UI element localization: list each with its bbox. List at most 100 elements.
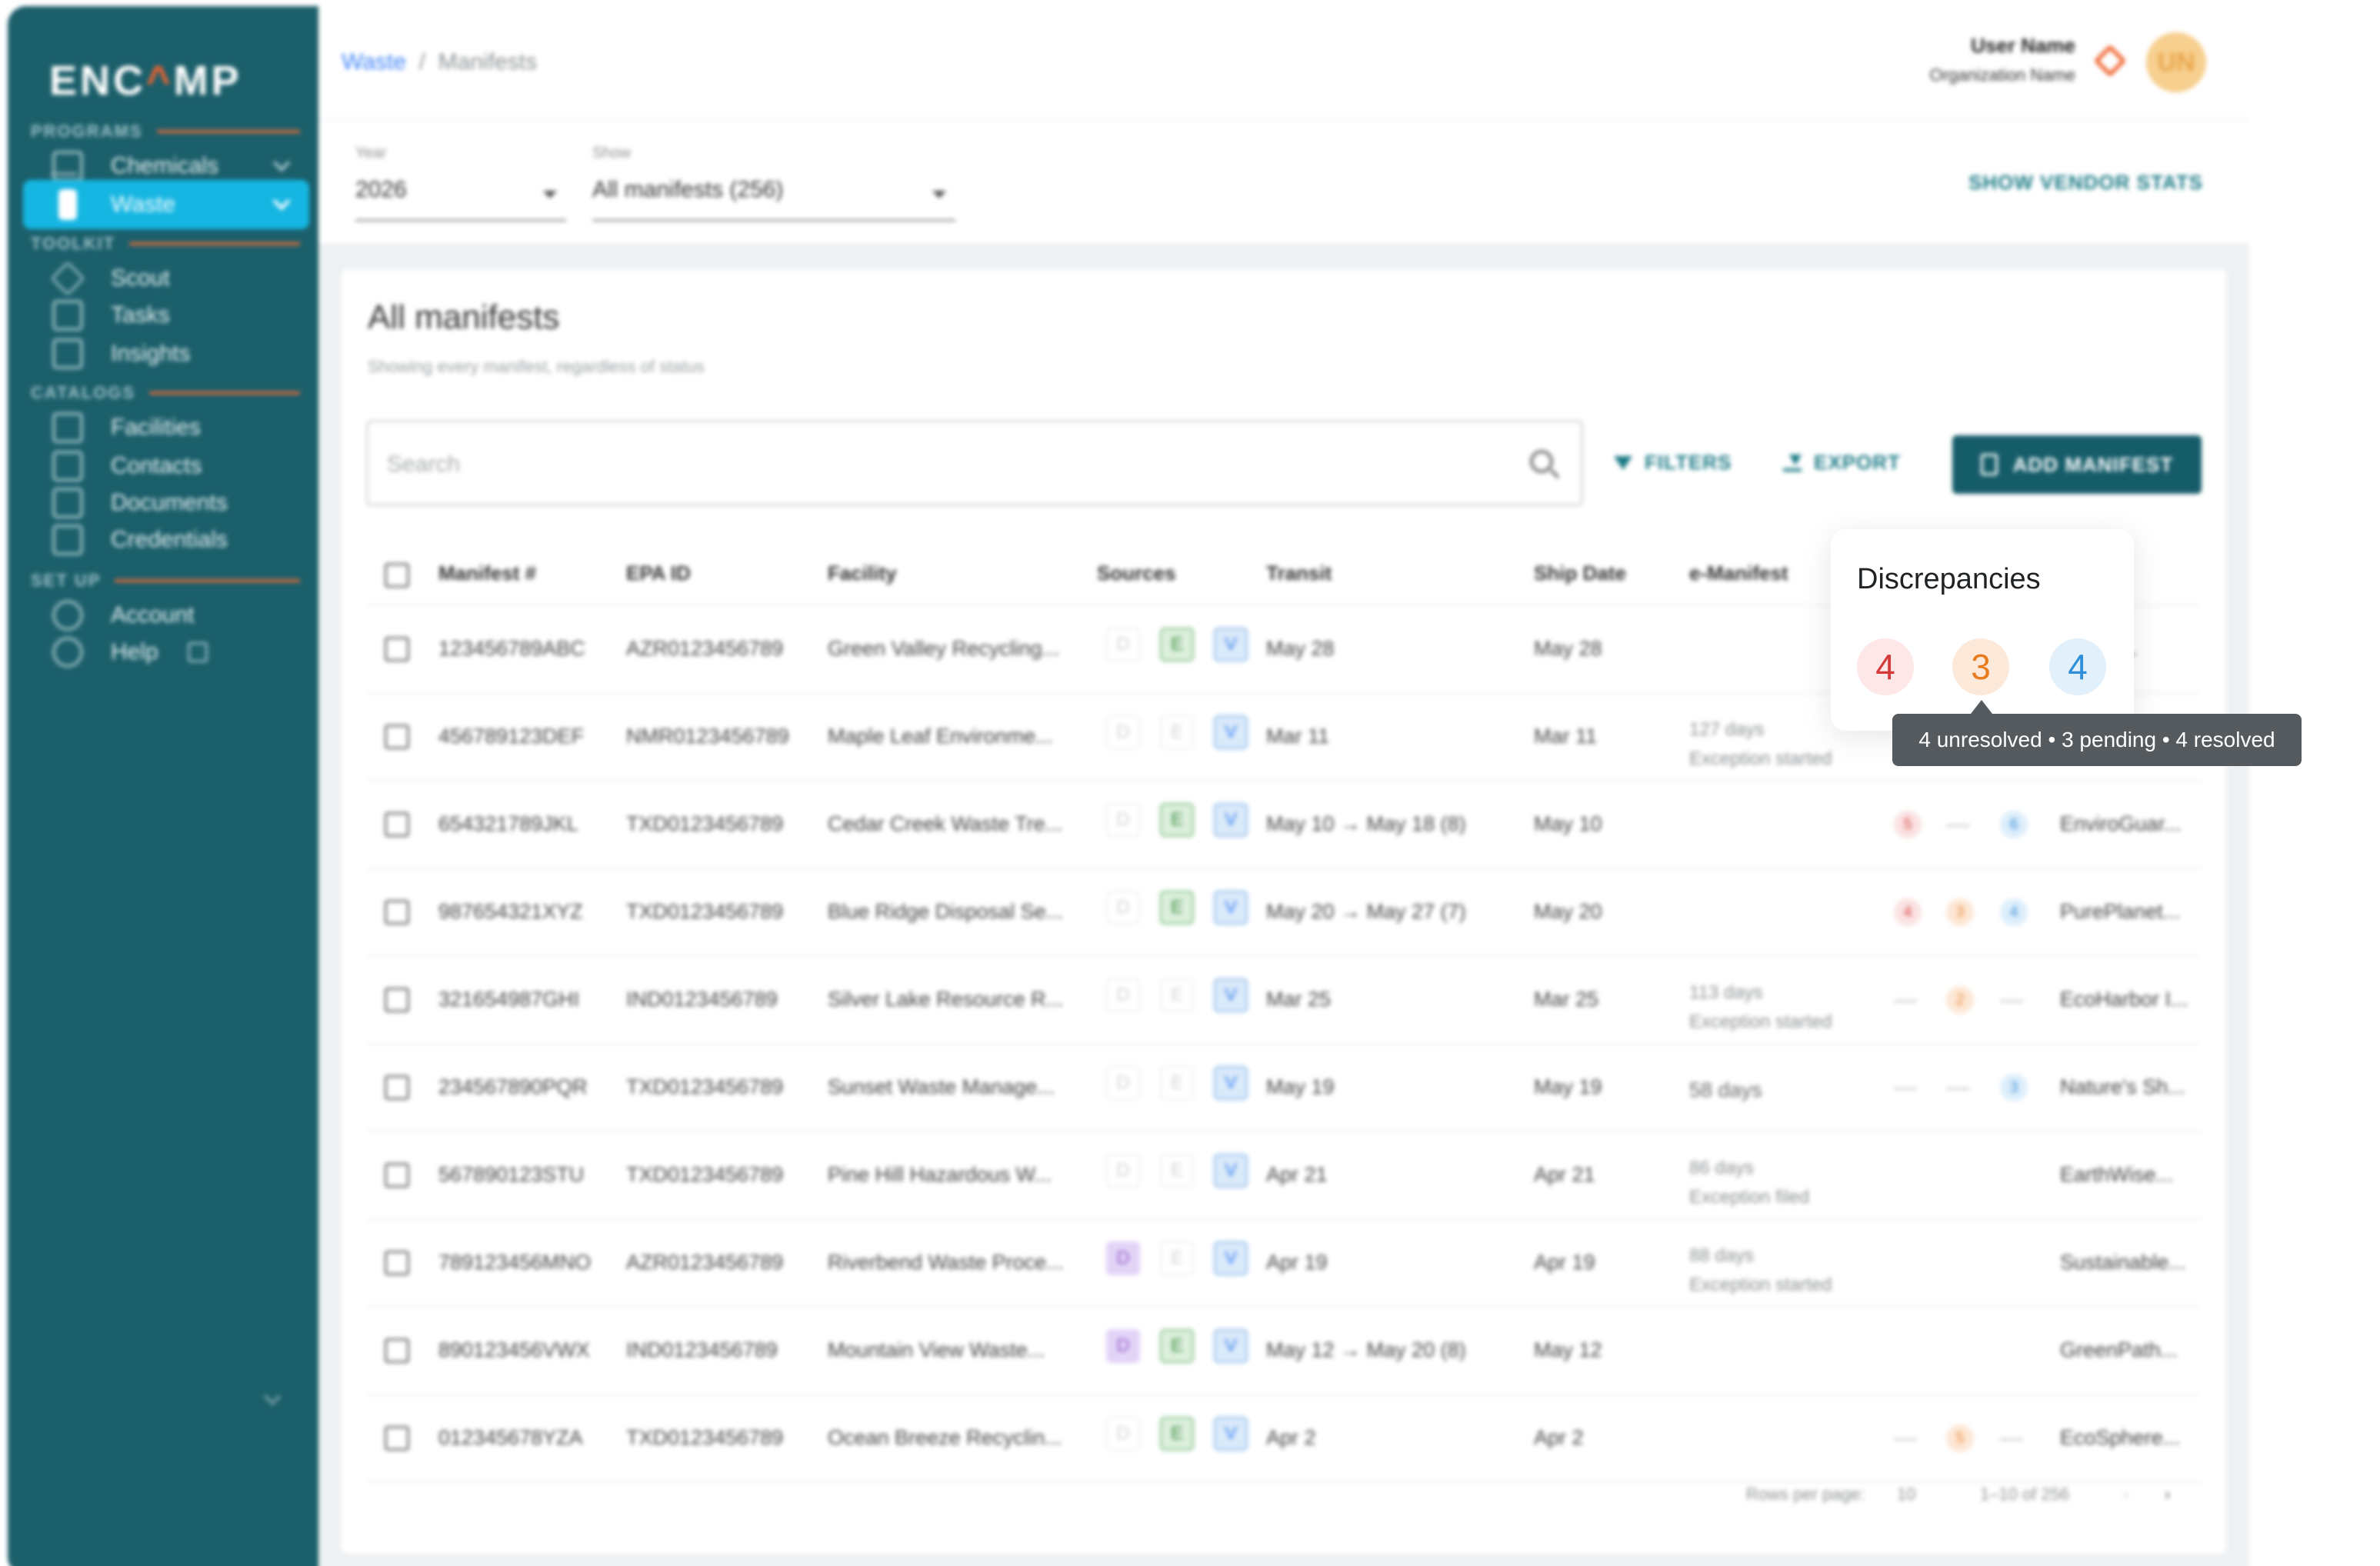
- sidebar-item-credentials[interactable]: Credentials: [23, 515, 309, 565]
- table-row[interactable]: 567890123STU TXD0123456789 Pine Hill Hazar…: [368, 1132, 2202, 1220]
- transit-dates: May 20 → May 27 (7): [1266, 900, 1466, 923]
- show-vendor-stats-button[interactable]: SHOW VENDOR STATS: [1968, 171, 2203, 195]
- user-info[interactable]: User Name Organization Name: [1929, 34, 2075, 85]
- discrepancy-chip[interactable]: 5: [1894, 811, 1922, 838]
- column-header[interactable]: EPA ID: [626, 561, 691, 585]
- waste-bin-icon: [58, 189, 77, 220]
- export-button[interactable]: EXPORT: [1783, 451, 1901, 475]
- manifest-number[interactable]: 567890123STU: [438, 1163, 584, 1187]
- sidebar-item-insights[interactable]: Insights: [23, 329, 309, 378]
- source-badge: D: [1106, 1066, 1140, 1100]
- manifest-number[interactable]: 890123456VWX: [438, 1338, 590, 1362]
- next-page-icon[interactable]: ›: [2165, 1484, 2170, 1504]
- ship-date: May 12: [1534, 1338, 1602, 1361]
- transit-dates: May 19: [1266, 1075, 1335, 1098]
- discrepancy-chip[interactable]: 2: [1946, 986, 1974, 1014]
- row-checkbox[interactable]: [385, 1251, 409, 1275]
- discrepancy-chip[interactable]: [1894, 1088, 1917, 1090]
- table-row[interactable]: 987654321XYZ TXD0123456789 Blue Ridge Disp…: [368, 869, 2202, 957]
- tasks-icon: [52, 300, 83, 331]
- add-manifest-button[interactable]: ADD MANIFEST: [1952, 435, 2202, 494]
- prev-page-icon[interactable]: ‹: [2123, 1484, 2128, 1504]
- row-checkbox[interactable]: [385, 900, 409, 925]
- facility-name: Mountain View Waste...: [828, 1338, 1045, 1361]
- year-select[interactable]: 2026: [355, 177, 566, 222]
- manifest-number[interactable]: 789123456MNO: [438, 1251, 591, 1274]
- row-checkbox[interactable]: [385, 988, 409, 1012]
- discrepancy-chip[interactable]: [1894, 1000, 1917, 1002]
- vendor-name: Nature's Sh...: [2060, 1075, 2185, 1098]
- discrepancy-chip[interactable]: 3: [1946, 898, 1974, 926]
- row-checkbox[interactable]: [385, 1338, 409, 1363]
- vendor-name: EarthWise...: [2060, 1163, 2174, 1186]
- column-header[interactable]: Ship Date: [1534, 561, 1626, 585]
- manifest-number[interactable]: 012345678YZA: [438, 1426, 583, 1450]
- column-header[interactable]: Transit: [1266, 561, 1332, 585]
- row-checkbox[interactable]: [385, 725, 409, 749]
- transit-dates: Apr 21: [1266, 1163, 1328, 1186]
- column-header[interactable]: Facility: [828, 561, 897, 585]
- table-row[interactable]: 890123456VWX IND0123456789 Mountain View W…: [368, 1308, 2202, 1395]
- sidebar-item-help[interactable]: Help: [23, 628, 309, 677]
- manifest-number[interactable]: 456789123DEF: [438, 725, 584, 748]
- resolved-badge[interactable]: 4: [2049, 638, 2106, 695]
- table-row[interactable]: 234567890PQR TXD0123456789 Sunset Waste Ma…: [368, 1045, 2202, 1132]
- e-manifest-status: 58 days: [1689, 1078, 1762, 1101]
- show-select[interactable]: All manifests (256): [592, 177, 955, 222]
- search-input[interactable]: Search: [366, 420, 1583, 506]
- sidebar-item-waste[interactable]: Waste: [23, 180, 309, 229]
- select-all-checkbox[interactable]: [385, 563, 409, 588]
- unresolved-badge[interactable]: 4: [1857, 638, 1914, 695]
- avatar[interactable]: UN: [2146, 32, 2206, 92]
- discrepancy-chip[interactable]: 4: [2000, 898, 2028, 926]
- discrepancies-tooltip: 4 unresolved • 3 pending • 4 resolved: [1892, 714, 2302, 766]
- external-link-icon: [187, 642, 208, 662]
- manifest-number[interactable]: 321654987GHI: [438, 988, 579, 1011]
- column-header[interactable]: Manifest #: [438, 561, 536, 585]
- encamp-logo[interactable]: ENC^MP: [49, 57, 242, 105]
- chevron-down-icon[interactable]: [263, 1388, 282, 1406]
- table-row[interactable]: 654321789JKL TXD0123456789 Cedar Creek Was…: [368, 781, 2202, 869]
- discrepancy-chip[interactable]: 3: [2000, 1074, 2028, 1101]
- breadcrumb-waste-link[interactable]: Waste: [342, 49, 406, 75]
- filters-button[interactable]: FILTERS: [1614, 451, 1732, 475]
- source-badge: D: [1106, 1417, 1140, 1451]
- rows-per-page-select[interactable]: 10: [1897, 1484, 1915, 1504]
- source-badge: E: [1160, 891, 1194, 925]
- manifest-number[interactable]: 987654321XYZ: [438, 900, 583, 924]
- source-badge: D: [1106, 1241, 1140, 1275]
- column-header[interactable]: e-Manifest: [1689, 561, 1788, 585]
- credentials-icon: [52, 525, 83, 555]
- discrepancy-chip[interactable]: 6: [2000, 811, 2028, 838]
- discrepancy-chip[interactable]: [1946, 825, 1969, 827]
- pending-badge[interactable]: 3: [1952, 638, 2009, 695]
- discrepancy-chip[interactable]: [1894, 1438, 1917, 1441]
- discrepancy-chip[interactable]: [1946, 1088, 1969, 1090]
- app-background: ENC^MP PROGRAMS Chemicals Waste TOOLKIT …: [0, 0, 2262, 1566]
- table-row[interactable]: 789123456MNO AZR0123456789 Riverbend Waste…: [368, 1220, 2202, 1308]
- section-catalogs: CATALOGS: [31, 383, 300, 403]
- sidebar: ENC^MP PROGRAMS Chemicals Waste TOOLKIT …: [8, 6, 318, 1566]
- facility-name: Riverbend Waste Proce...: [828, 1251, 1064, 1274]
- manifest-number[interactable]: 654321789JKL: [438, 812, 578, 836]
- download-icon: [1783, 454, 1802, 471]
- table-row[interactable]: 012345678YZA TXD0123456789 Ocean Breeze Re…: [368, 1395, 2202, 1483]
- manifest-number[interactable]: 234567890PQR: [438, 1075, 588, 1099]
- discrepancy-chip[interactable]: 5: [1946, 1424, 1974, 1452]
- row-checkbox[interactable]: [385, 637, 409, 661]
- discrepancy-chip[interactable]: [2000, 1000, 2023, 1002]
- row-checkbox[interactable]: [385, 1075, 409, 1100]
- row-checkbox[interactable]: [385, 1163, 409, 1188]
- table-row[interactable]: 321654987GHI IND0123456789 Silver Lake Res…: [368, 957, 2202, 1045]
- breadcrumb: Waste / Manifests: [342, 49, 537, 75]
- row-checkbox[interactable]: [385, 1426, 409, 1451]
- discrepancy-chip[interactable]: [2000, 1438, 2023, 1441]
- scout-icon[interactable]: [2093, 44, 2127, 78]
- discrepancy-chip[interactable]: 4: [1894, 898, 1922, 926]
- popover-title: Discrepancies: [1857, 563, 2041, 595]
- year-label: Year: [355, 145, 387, 162]
- manifest-number[interactable]: 123456789ABC: [438, 637, 585, 661]
- source-badge: V: [1214, 628, 1248, 661]
- row-checkbox[interactable]: [385, 812, 409, 837]
- header: Waste / Manifests User Name Organization…: [318, 0, 2249, 120]
